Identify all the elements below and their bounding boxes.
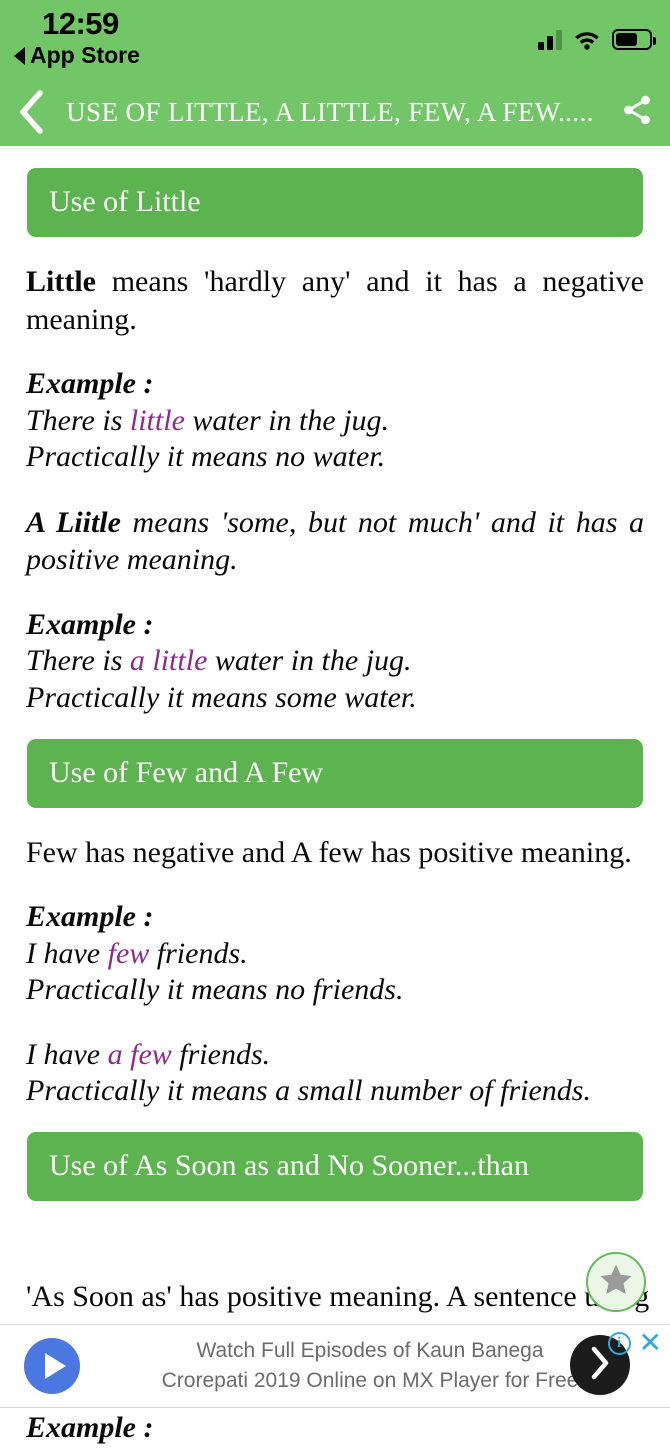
example-line-post: friends. bbox=[171, 1037, 271, 1071]
example-label: Example : bbox=[26, 607, 154, 641]
example-label: Example : bbox=[26, 367, 154, 400]
status-bar-time: 12:59 bbox=[42, 6, 119, 41]
paragraph-as-soon-as: 'As Soon as' has positive meaning. A sen… bbox=[26, 1280, 650, 1313]
share-button[interactable] bbox=[604, 78, 670, 146]
example-block-little: Example : There is little water in the j… bbox=[26, 366, 644, 476]
example-line-pre: I have bbox=[26, 936, 108, 970]
example-line: I have a few friends. bbox=[26, 1037, 644, 1074]
wifi-icon bbox=[573, 28, 601, 50]
example-line-post: friends. bbox=[149, 936, 248, 970]
paragraph-a-little-definition: A Liitle means 'some, but not much' and … bbox=[26, 504, 644, 579]
example-line: Practically it means some water. bbox=[26, 680, 417, 714]
section-header-as-soon-as: Use of As Soon as and No Sooner...than bbox=[27, 1132, 643, 1202]
play-icon bbox=[44, 1353, 66, 1379]
paragraph-little-definition: Little means 'hardly any' and it has a n… bbox=[26, 263, 644, 338]
info-icon[interactable]: i bbox=[607, 1331, 631, 1355]
battery-icon bbox=[612, 29, 656, 50]
page-title: USE OF LITTLE, A LITTLE, FEW, A FEW..... bbox=[66, 96, 594, 127]
example-line: There is little water in the jug. bbox=[26, 403, 644, 440]
example-block-few: Example : I have few friends. Practicall… bbox=[26, 899, 644, 1009]
example-line: Practically it means no water. bbox=[26, 440, 386, 474]
example-line-pre: There is bbox=[26, 644, 130, 678]
return-to-app-store-link[interactable]: App Store bbox=[14, 42, 140, 69]
example-block-a-few: I have a few friends. Practically it mea… bbox=[26, 1037, 644, 1110]
example-continued: using As Soon as bbox=[26, 1447, 670, 1450]
favorite-button[interactable] bbox=[586, 1252, 646, 1312]
triangle-left-icon bbox=[14, 46, 25, 65]
lesson-content[interactable]: Use of Little Little means 'hardly any' … bbox=[0, 146, 670, 1450]
example-block-a-little: Example : There is a little water in the… bbox=[26, 607, 644, 717]
chevron-left-icon bbox=[18, 90, 44, 134]
example-line: There is a little water in the jug. bbox=[26, 643, 644, 680]
status-bar: 12:59 App Store bbox=[0, 0, 670, 78]
status-bar-indicators bbox=[538, 24, 656, 50]
highlighted-term: a little bbox=[129, 644, 208, 678]
example-line-post: water in the jug. bbox=[184, 403, 390, 437]
star-icon bbox=[598, 1262, 634, 1303]
close-icon[interactable]: ✕ bbox=[639, 1329, 662, 1357]
paragraph-little-rest: means 'hardly any' and it has a negative… bbox=[26, 265, 644, 336]
back-button[interactable] bbox=[0, 78, 62, 146]
example-line-pre: I have bbox=[26, 1037, 108, 1071]
ad-controls: i ✕ bbox=[607, 1329, 662, 1357]
term-little: Little bbox=[26, 265, 96, 298]
ad-play-button[interactable] bbox=[24, 1338, 80, 1394]
back-app-label: App Store bbox=[30, 42, 140, 68]
highlighted-term: few bbox=[107, 936, 150, 970]
highlighted-term: a few bbox=[107, 1037, 172, 1071]
cellular-signal-icon bbox=[538, 28, 562, 50]
example-label: Example : bbox=[26, 1411, 154, 1444]
section-header-use-of-little: Use of Little bbox=[27, 168, 643, 237]
below-ad-text: Example : using As Soon as bbox=[0, 1410, 670, 1450]
highlighted-term: little bbox=[129, 403, 185, 437]
paragraph-few-definition: Few has negative and A few has positive … bbox=[26, 835, 632, 869]
example-line-pre: There is bbox=[26, 403, 130, 437]
app-screen: 12:59 App Store USE OF LITTLE, A LITTLE,… bbox=[0, 0, 670, 1450]
app-title-bar: USE OF LITTLE, A LITTLE, FEW, A FEW..... bbox=[0, 78, 670, 146]
example-line: I have few friends. bbox=[26, 936, 644, 973]
section-header-use-of-few: Use of Few and A Few bbox=[27, 738, 643, 808]
term-a-little: A Liitle bbox=[26, 505, 121, 539]
example-label: Example : bbox=[26, 900, 154, 934]
example-line: Practically it means a small number of f… bbox=[26, 1074, 591, 1108]
share-icon bbox=[620, 93, 654, 132]
ad-banner[interactable]: Watch Full Episodes of Kaun Banega Crore… bbox=[0, 1324, 670, 1408]
example-line: Practically it means no friends. bbox=[26, 973, 404, 1007]
example-line-post: water in the jug. bbox=[207, 644, 412, 678]
